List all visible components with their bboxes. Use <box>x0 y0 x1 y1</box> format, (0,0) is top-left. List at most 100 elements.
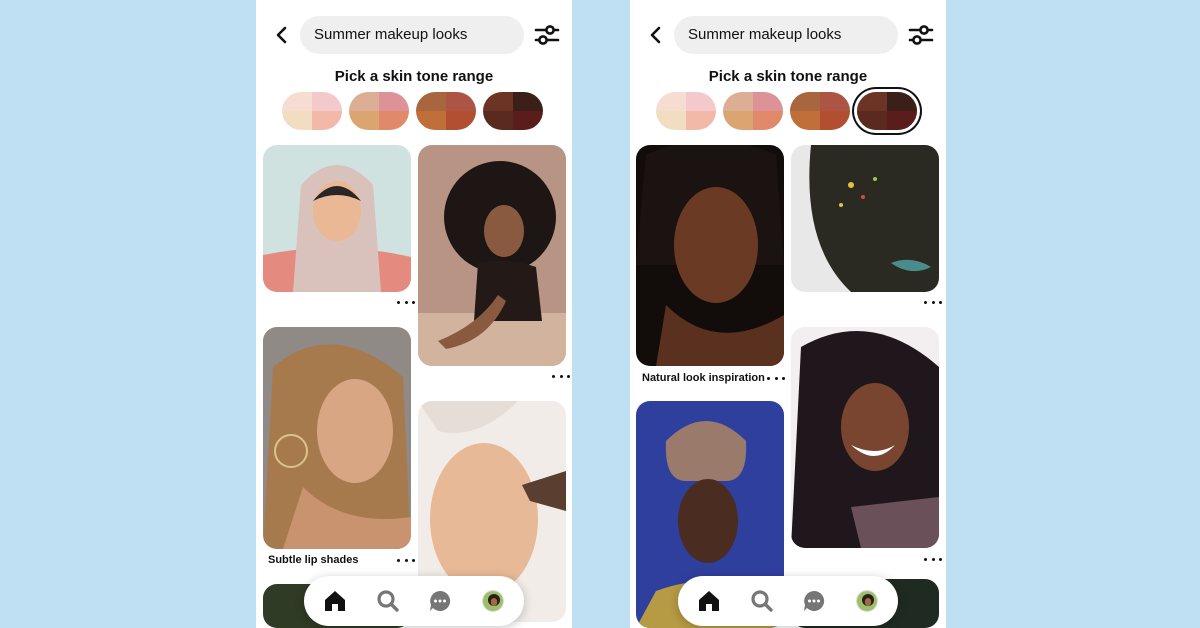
dot <box>931 300 935 304</box>
sliders-icon <box>534 25 560 45</box>
top-bar: Summer makeup looks <box>256 14 572 56</box>
swatch-color <box>282 111 312 130</box>
nav-search[interactable] <box>375 588 401 614</box>
swatch-color <box>887 111 917 130</box>
dot <box>924 557 927 561</box>
portrait-illustration <box>263 327 411 549</box>
dot <box>412 558 415 562</box>
swatch-color <box>446 92 476 111</box>
chevron-left-icon <box>650 26 661 44</box>
skin-tone-swatch-4[interactable] <box>483 92 543 130</box>
swatch-color <box>723 111 753 130</box>
pin-image-dark-skin-portrait[interactable] <box>636 145 784 366</box>
sliders-icon <box>908 25 934 45</box>
skin-tone-swatch-2[interactable] <box>723 92 783 130</box>
dot <box>567 374 570 378</box>
search-input[interactable]: Summer makeup looks <box>674 16 898 54</box>
swatch-color <box>887 92 917 111</box>
nav-home[interactable] <box>322 588 348 614</box>
portrait-illustration <box>418 145 566 366</box>
bottom-nav <box>678 576 898 626</box>
nav-messages[interactable] <box>427 588 453 614</box>
bottom-nav <box>304 576 524 626</box>
swatch-color <box>379 111 409 130</box>
avatar <box>856 590 878 612</box>
swatch-color <box>753 111 783 130</box>
dot <box>782 376 785 380</box>
nav-search[interactable] <box>749 588 775 614</box>
home-icon <box>325 591 345 611</box>
pin-image-hijab-portrait[interactable] <box>263 145 411 292</box>
swatch-color <box>483 111 513 130</box>
swatch-color <box>379 92 409 111</box>
filter-button[interactable] <box>534 22 560 48</box>
swatch-color <box>282 92 312 111</box>
pin-image-smiling-long-hair[interactable] <box>791 327 939 548</box>
dot <box>397 558 400 562</box>
dot <box>939 300 942 304</box>
pin-more-button[interactable] <box>397 297 415 307</box>
messages-icon <box>430 590 451 611</box>
swatch-color <box>857 92 887 111</box>
swatch-color <box>416 92 446 111</box>
search-icon <box>751 590 773 612</box>
swatch-color <box>656 111 686 130</box>
portrait-illustration <box>263 145 411 292</box>
dot <box>404 558 408 562</box>
avatar <box>482 590 504 612</box>
skin-tone-heading: Pick a skin tone range <box>334 68 494 85</box>
pin-more-button[interactable] <box>767 373 785 383</box>
swatch-color <box>349 92 379 111</box>
pin-image-afro-portrait[interactable] <box>418 145 566 366</box>
nav-profile[interactable] <box>480 588 506 614</box>
dot <box>552 374 555 378</box>
skin-tone-heading: Pick a skin tone range <box>708 68 868 85</box>
swatch-color <box>686 92 716 111</box>
phone-screen-filtered: Summer makeup looks Pick a skin tone ran… <box>630 0 946 628</box>
skin-tone-swatch-3[interactable] <box>790 92 850 130</box>
pin-more-button[interactable] <box>397 555 415 565</box>
skin-tone-swatch-4-selected[interactable] <box>857 92 917 130</box>
pin-image-hoop-earring-portrait[interactable] <box>263 327 411 549</box>
back-button[interactable] <box>270 23 294 47</box>
dot <box>931 557 935 561</box>
swatch-color <box>513 111 543 130</box>
phone-screen-default: Summer makeup looks Pick a skin tone ran… <box>256 0 572 628</box>
skin-tone-swatch-3[interactable] <box>416 92 476 130</box>
nav-profile[interactable] <box>854 588 880 614</box>
pin-more-button[interactable] <box>924 554 942 564</box>
portrait-illustration <box>791 327 939 548</box>
search-input[interactable]: Summer makeup looks <box>300 16 524 54</box>
swatch-color <box>349 111 379 130</box>
nav-messages[interactable] <box>801 588 827 614</box>
messages-icon <box>804 590 825 611</box>
swatch-color <box>446 111 476 130</box>
swatch-color <box>686 111 716 130</box>
pin-caption: Natural look inspiration <box>642 372 765 384</box>
home-icon <box>699 591 719 611</box>
skin-tone-picker <box>282 92 546 130</box>
skin-tone-swatch-1[interactable] <box>656 92 716 130</box>
skin-tone-swatch-2[interactable] <box>349 92 409 130</box>
search-icon <box>377 590 399 612</box>
swatch-color <box>656 92 686 111</box>
swatch-color <box>820 92 850 111</box>
filter-button[interactable] <box>908 22 934 48</box>
dot <box>924 300 927 304</box>
dot <box>939 557 942 561</box>
dot <box>559 374 563 378</box>
swatch-color <box>312 92 342 111</box>
swatch-color <box>483 92 513 111</box>
pin-more-button[interactable] <box>552 371 570 381</box>
dot <box>412 300 415 304</box>
swatch-color <box>312 111 342 130</box>
swatch-color <box>857 111 887 130</box>
pin-image-glitter-face-paint[interactable] <box>791 145 939 292</box>
avatar-image <box>857 591 877 611</box>
back-button[interactable] <box>644 23 668 47</box>
skin-tone-swatch-1[interactable] <box>282 92 342 130</box>
pin-more-button[interactable] <box>924 297 942 307</box>
swatch-color <box>790 92 820 111</box>
nav-home[interactable] <box>696 588 722 614</box>
swatch-color <box>416 111 446 130</box>
